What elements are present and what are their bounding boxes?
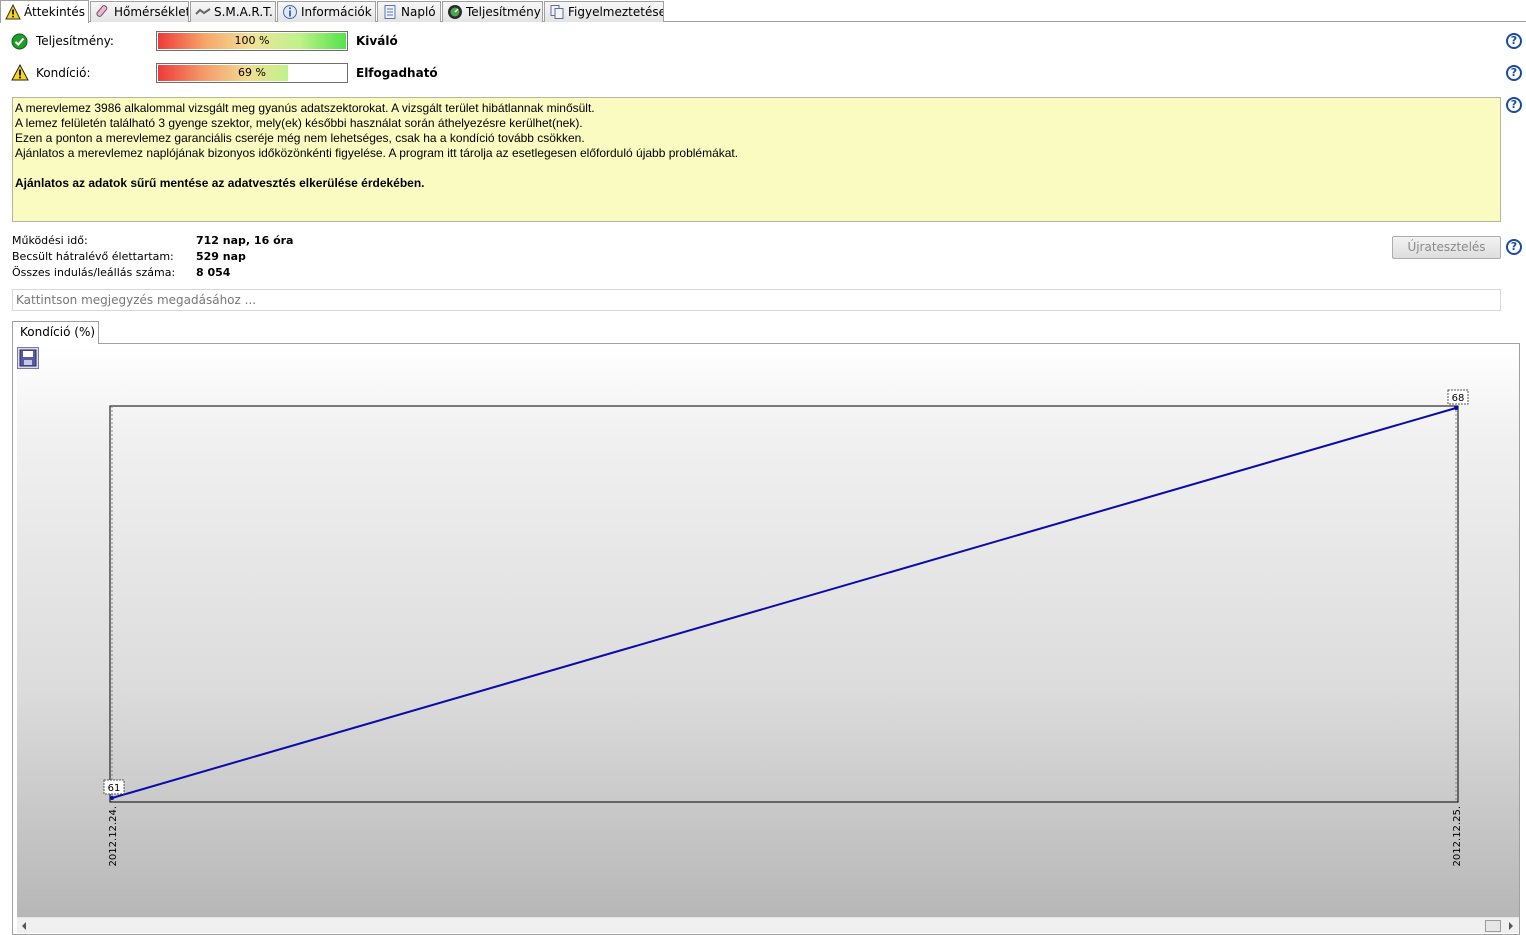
x-tick-label: 2012.12.24. xyxy=(108,806,119,866)
condition-chart: 61 2012.12.24. 68 2012.12.25. xyxy=(103,389,1469,866)
x-tick-label: 2012.12.25. xyxy=(1452,806,1463,866)
condition-series-line xyxy=(111,407,1457,799)
data-label: 61 xyxy=(108,783,121,794)
warning-icon xyxy=(5,4,21,20)
tab-overview[interactable]: Áttekintés xyxy=(0,0,89,23)
data-label: 68 xyxy=(1452,393,1465,404)
scroll-left-icon[interactable] xyxy=(20,921,28,931)
tab-label: Áttekintés xyxy=(24,5,86,19)
tab-condition-chart[interactable]: Kondíció (%) xyxy=(12,321,99,344)
data-point xyxy=(110,796,114,800)
chart-horizontal-scrollbar[interactable] xyxy=(17,917,1519,933)
scroll-right-icon[interactable] xyxy=(1507,921,1515,931)
scrollbar-thumb[interactable] xyxy=(1485,920,1501,932)
data-point xyxy=(1454,406,1458,410)
